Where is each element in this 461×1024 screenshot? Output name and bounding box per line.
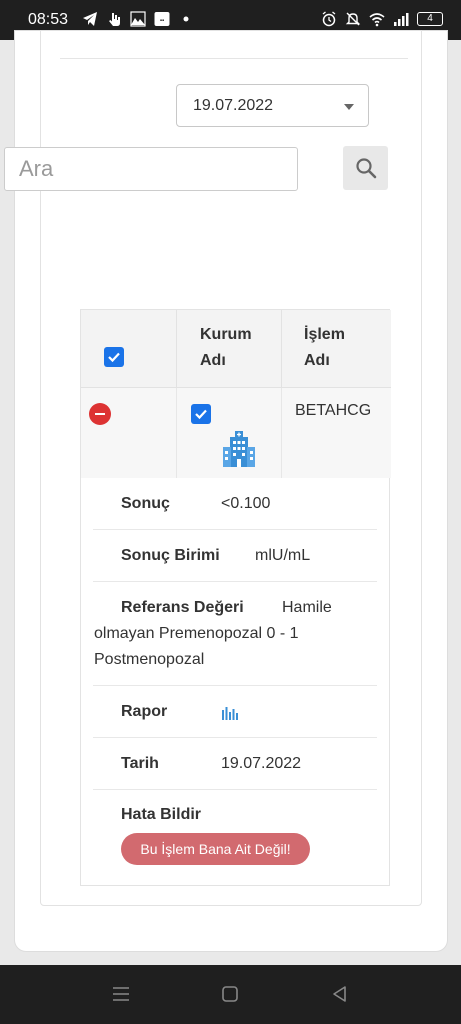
detail-referans: Referans Değeri Hamile olmayan Premenopo… [93, 582, 377, 686]
alarm-icon [322, 11, 336, 27]
check-icon [108, 352, 120, 363]
search-input[interactable] [4, 147, 298, 191]
menu-icon[interactable] [111, 985, 131, 1003]
hospital-building-icon [223, 431, 255, 467]
table-row[interactable]: BETAHCG [81, 388, 391, 478]
search-button[interactable] [343, 146, 388, 190]
search-icon [355, 158, 376, 179]
hand-icon [109, 13, 120, 26]
signal-icon [394, 13, 409, 26]
gallery-icon [130, 11, 146, 27]
dot-icon [183, 16, 189, 22]
detail-sonuc-birimi: Sonuç Birimi mlU/mL [93, 530, 377, 582]
header-kurum-adi: Kurum Adı [200, 326, 252, 369]
results-table: Kurum Adı İşlem Adı BETAHCG Sonuç <0.100… [80, 309, 391, 886]
wifi-icon [369, 13, 385, 27]
collapse-row-button[interactable] [89, 403, 111, 425]
detail-rapor: Rapor [93, 686, 377, 738]
table-header: Kurum Adı İşlem Adı [81, 310, 391, 388]
chevron-down-icon [344, 104, 354, 110]
back-icon[interactable] [331, 985, 349, 1003]
minus-icon [95, 413, 105, 415]
status-time: 08:53 [28, 11, 69, 28]
header-islem-adi: İşlem Adı [304, 326, 345, 369]
page-content: 19.07.2022 Kurum Adı İşlem Adı [0, 30, 461, 965]
bar-chart-icon[interactable] [221, 704, 239, 720]
report-error-button[interactable]: Bu İşlem Bana Ait Değil! [121, 833, 310, 865]
app-icon: ▪▪ [154, 12, 170, 26]
notification-icons: ▪▪ [82, 11, 194, 27]
date-select[interactable]: 19.07.2022 [176, 84, 369, 127]
date-select-value: 19.07.2022 [193, 97, 274, 114]
row-checkbox[interactable] [191, 404, 211, 424]
islem-adi-cell: BETAHCG [295, 402, 372, 419]
home-icon[interactable] [221, 985, 239, 1003]
check-icon [195, 409, 207, 420]
system-icons: 4 [321, 11, 443, 27]
navigation-bar [0, 965, 461, 1024]
select-all-checkbox[interactable] [104, 347, 124, 367]
mute-icon [345, 12, 361, 26]
detail-tarih: Tarih 19.07.2022 [93, 738, 377, 790]
battery-indicator: 4 [417, 12, 443, 26]
detail-sonuc: Sonuç <0.100 [93, 478, 377, 530]
divider [60, 58, 408, 59]
telegram-icon [83, 12, 97, 26]
svg-text:▪▪: ▪▪ [160, 18, 164, 24]
